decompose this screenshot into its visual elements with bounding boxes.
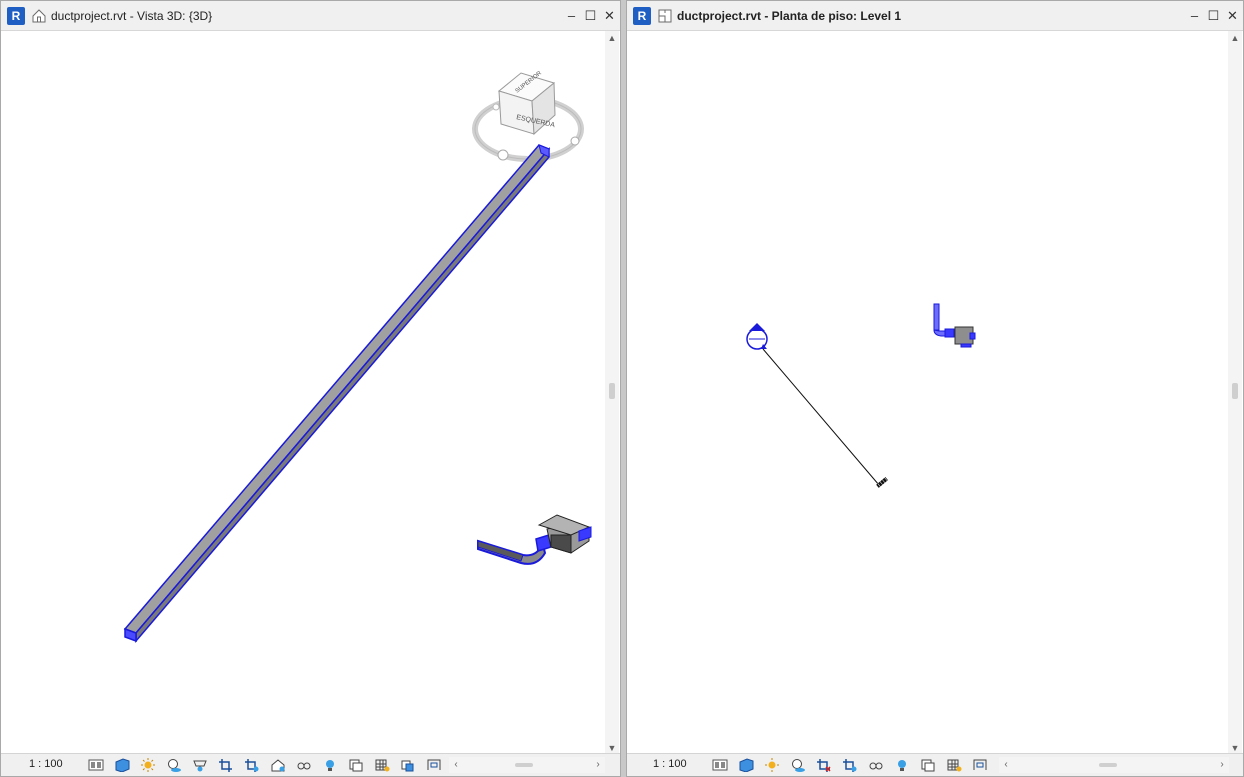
revit-app-icon: R xyxy=(633,7,651,25)
detail-level-icon[interactable] xyxy=(707,757,733,773)
temporary-view-properties-icon[interactable] xyxy=(915,757,941,773)
show-analytical-model-icon[interactable] xyxy=(941,757,967,773)
horizontal-scrollbar[interactable]: ‹ › xyxy=(999,757,1229,773)
duct-plan-assembly[interactable] xyxy=(933,303,976,348)
unlocked-3d-view-icon[interactable] xyxy=(265,757,291,773)
visual-style-icon[interactable] xyxy=(733,757,759,773)
view-title-bar[interactable]: R ductproject.rvt - Vista 3D: {3D} – ☐ ✕ xyxy=(1,1,620,31)
show-crop-region-icon[interactable] xyxy=(239,757,265,773)
scroll-right-arrow[interactable]: › xyxy=(1215,757,1229,773)
reveal-constraints-icon[interactable] xyxy=(421,757,447,773)
view-control-bar: 1 : 100 ‹ › xyxy=(1,753,620,776)
view-window-floor-plan[interactable]: R ductproject.rvt - Planta de piso: Leve… xyxy=(626,0,1244,777)
view-title-bar[interactable]: R ductproject.rvt - Planta de piso: Leve… xyxy=(627,1,1243,31)
shadows-icon[interactable] xyxy=(161,757,187,773)
minimize-button[interactable]: – xyxy=(565,7,578,25)
reveal-hidden-elements-icon[interactable] xyxy=(889,757,915,773)
view-window-3d[interactable]: R ductproject.rvt - Vista 3D: {3D} – ☐ ✕ xyxy=(0,0,621,777)
floor-plan-graphics xyxy=(746,303,976,488)
minimize-button[interactable]: – xyxy=(1188,7,1201,25)
restore-button[interactable]: ☐ xyxy=(584,7,597,25)
show-rendering-icon[interactable] xyxy=(187,757,213,773)
scroll-left-arrow[interactable]: ‹ xyxy=(449,757,463,773)
horizontal-scroll-thumb[interactable] xyxy=(1099,763,1117,767)
reveal-constraints-icon[interactable] xyxy=(967,757,993,773)
vertical-scroll-thumb[interactable] xyxy=(609,383,615,399)
scroll-right-arrow[interactable]: › xyxy=(591,757,605,773)
temporary-hide-isolate-icon[interactable] xyxy=(291,757,317,773)
vertical-scrollbar[interactable]: ▲ ▼ xyxy=(1228,31,1242,755)
scroll-up-arrow[interactable]: ▲ xyxy=(605,31,619,45)
vertical-scrollbar[interactable]: ▲ ▼ xyxy=(605,31,619,755)
crop-view-off-icon[interactable] xyxy=(811,757,837,773)
scroll-left-arrow[interactable]: ‹ xyxy=(999,757,1013,773)
horizontal-scroll-thumb[interactable] xyxy=(515,763,533,767)
model-3d-graphics: ESQUERDA SUPERIOR xyxy=(123,70,592,644)
show-crop-region-icon[interactable] xyxy=(837,757,863,773)
viewcube[interactable]: ESQUERDA SUPERIOR xyxy=(472,70,584,162)
view-control-icons xyxy=(83,757,447,773)
sun-path-icon[interactable] xyxy=(135,757,161,773)
scroll-up-arrow[interactable]: ▲ xyxy=(1228,31,1242,45)
sun-path-icon[interactable] xyxy=(759,757,785,773)
detail-level-icon[interactable] xyxy=(83,757,109,773)
highlight-displacement-icon[interactable] xyxy=(395,757,421,773)
vertical-scroll-thumb[interactable] xyxy=(1232,383,1238,399)
visual-style-icon[interactable] xyxy=(109,757,135,773)
restore-button[interactable]: ☐ xyxy=(1207,7,1220,25)
view-scale[interactable]: 1 : 100 xyxy=(29,758,63,770)
close-button[interactable]: ✕ xyxy=(603,7,616,25)
floor-plan-icon xyxy=(658,9,672,23)
duct-elbow-assembly[interactable] xyxy=(477,514,592,565)
temporary-view-properties-icon[interactable] xyxy=(343,757,369,773)
show-analytical-model-icon[interactable] xyxy=(369,757,395,773)
close-button[interactable]: ✕ xyxy=(1226,7,1239,25)
temporary-hide-isolate-icon[interactable] xyxy=(863,757,889,773)
duct-straight[interactable] xyxy=(123,144,551,644)
view-scale[interactable]: 1 : 100 xyxy=(653,758,687,770)
shadows-icon[interactable] xyxy=(785,757,811,773)
horizontal-scrollbar[interactable]: ‹ › xyxy=(449,757,605,773)
view-control-icons xyxy=(707,757,993,773)
elevation-marker[interactable] xyxy=(746,323,888,488)
house-3d-icon xyxy=(32,9,46,23)
crop-view-icon[interactable] xyxy=(213,757,239,773)
drawing-canvas-plan[interactable] xyxy=(629,31,1229,755)
view-control-bar: 1 : 100 ‹ › xyxy=(627,753,1243,776)
drawing-canvas-3d[interactable]: ESQUERDA SUPERIOR xyxy=(3,31,605,755)
revit-app-icon: R xyxy=(7,7,25,25)
view-title: ductproject.rvt - Planta de piso: Level … xyxy=(677,9,902,23)
reveal-hidden-elements-icon[interactable] xyxy=(317,757,343,773)
view-title: ductproject.rvt - Vista 3D: {3D} xyxy=(51,9,213,23)
